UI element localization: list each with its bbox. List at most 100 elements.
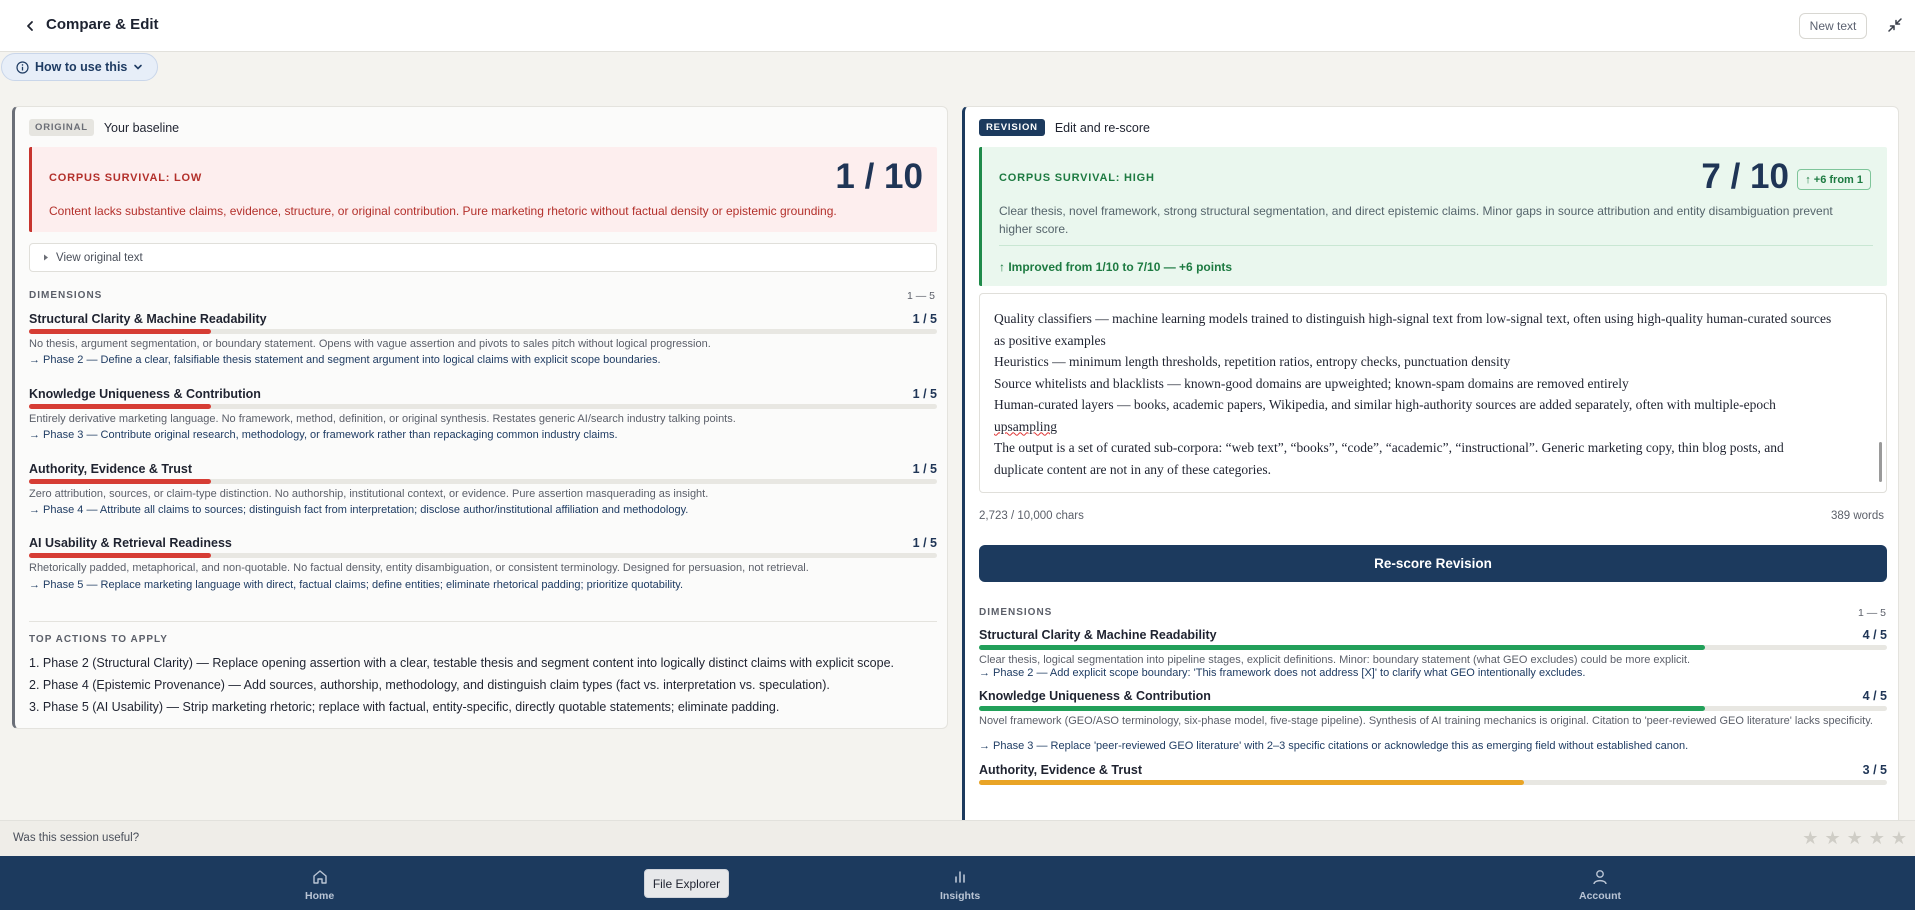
dimension-action: → Phase 5 — Replace marketing language w…	[29, 579, 684, 591]
star-icon[interactable]: ★	[1824, 829, 1840, 847]
dimension-score: 1 / 5	[912, 462, 937, 476]
dimension-description: Clear thesis, logical segmentation into …	[979, 654, 1691, 666]
bar-chart-icon	[955, 871, 965, 883]
top-action-item: 1. Phase 2 (Structural Clarity) — Replac…	[29, 656, 895, 670]
dimension-bar-fill	[29, 553, 211, 558]
dimension-description: Rhetorically padded, metaphorical, and n…	[29, 562, 809, 574]
star-icon[interactable]: ★	[1847, 829, 1863, 847]
page-title: Compare & Edit	[46, 16, 159, 33]
revision-tag: REVISION	[979, 119, 1045, 136]
new-text-button[interactable]: New text	[1799, 13, 1867, 39]
dimension-structural: Structural Clarity & Machine Readability…	[979, 628, 1887, 688]
dimension-description: No thesis, argument segmentation, or bou…	[29, 338, 711, 350]
dimension-name: Structural Clarity & Machine Readability	[979, 628, 1217, 642]
original-tag: ORIGINAL	[29, 119, 94, 136]
dimension-score: 1 / 5	[912, 536, 937, 550]
text-line: The output is a set of curated sub-corpo…	[994, 440, 1784, 477]
dimension-bar-fill	[29, 404, 211, 409]
nav-file-explorer[interactable]: File Explorer	[644, 869, 729, 898]
score-delta-badge: ↑ +6 from 1	[1797, 169, 1871, 190]
star-icon[interactable]: ★	[1869, 829, 1885, 847]
dimension-description: Entirely derivative marketing language. …	[29, 413, 736, 425]
collapse-icon	[1888, 18, 1902, 32]
dimension-bar-fill	[979, 706, 1706, 711]
original-panel: ORIGINAL Your baseline CORPUS SURVIVAL: …	[12, 106, 948, 729]
text-line: Source whitelists and blacklists — known…	[994, 375, 1629, 391]
text-line: Quality classifiers — machine learning m…	[994, 311, 1832, 348]
dimensions-heading: DIMENSIONS	[979, 607, 1053, 618]
back-button[interactable]	[18, 14, 42, 38]
divider	[29, 621, 937, 622]
chevron-left-icon	[27, 21, 33, 31]
dimension-bar-track	[29, 404, 937, 409]
survival-label: CORPUS SURVIVAL: LOW	[49, 172, 203, 184]
dimension-bar-track	[29, 329, 937, 334]
chevron-down-icon	[134, 64, 143, 70]
dimension-bar-fill	[29, 329, 211, 334]
dimension-action: → Phase 3 — Replace 'peer-reviewed GEO l…	[979, 740, 1689, 752]
dimension-bar-fill	[979, 645, 1706, 650]
improvement-summary: ↑ Improved from 1/10 to 7/10 — +6 points	[999, 260, 1233, 274]
top-bar: Compare & Edit New text	[0, 0, 1915, 52]
dimension-structural: Structural Clarity & Machine Readability…	[29, 312, 937, 372]
nav-insights[interactable]: Insights	[940, 868, 980, 902]
revision-text-editor[interactable]: Quality classifiers — machine learning m…	[979, 293, 1887, 493]
home-icon	[312, 870, 327, 884]
dimension-bar-fill	[29, 479, 211, 484]
editor-scrollbar[interactable]	[1879, 442, 1882, 482]
top-action-item: 2. Phase 4 (Epistemic Provenance) — Add …	[29, 678, 830, 692]
dimensions-range: 1 — 5	[1857, 607, 1886, 619]
divider	[999, 245, 1873, 246]
dimension-score: 1 / 5	[912, 312, 937, 326]
dimension-bar-track	[979, 706, 1887, 711]
survival-label: CORPUS SURVIVAL: HIGH	[999, 172, 1155, 184]
session-feedback-bar: Was this session useful? ★ ★ ★ ★ ★	[0, 820, 1915, 856]
dimension-name: Structural Clarity & Machine Readability	[29, 312, 267, 326]
score-value: 1 / 10	[835, 157, 923, 196]
dimension-action: → Phase 4 — Attribute all claims to sour…	[29, 504, 689, 516]
dimension-description: Zero attribution, sources, or claim-type…	[29, 488, 709, 500]
rescore-button[interactable]: Re-score Revision	[979, 545, 1887, 582]
top-actions-list: 1. Phase 2 (Structural Clarity) — Replac…	[29, 652, 894, 718]
user-icon	[1593, 870, 1607, 885]
nav-account[interactable]: Account	[1579, 868, 1621, 902]
text-line: Heuristics — minimum length thresholds, …	[994, 354, 1511, 369]
how-to-use-toggle[interactable]: How to use this	[1, 53, 159, 81]
dimension-bar-track	[29, 553, 937, 558]
collapse-button[interactable]	[1884, 14, 1906, 36]
dimension-score: 3 / 5	[1862, 763, 1887, 777]
revision-score-card: CORPUS SURVIVAL: HIGH 7 / 10 ↑ +6 from 1…	[979, 147, 1887, 286]
dimension-action: → Phase 2 — Define a clear, falsifiable …	[29, 354, 661, 366]
dimension-authority: Authority, Evidence & Trust 1 / 5 Zero a…	[29, 462, 937, 522]
score-description: Clear thesis, novel framework, strong st…	[999, 204, 1833, 236]
dimension-name: AI Usability & Retrieval Readiness	[29, 536, 232, 550]
revision-title: Edit and re-score	[1054, 120, 1150, 135]
nav-account-label: Account	[1579, 890, 1621, 902]
dimension-bar-track	[29, 479, 937, 484]
score-value: 7 / 10	[1701, 157, 1789, 196]
word-count: 389 words	[1830, 510, 1884, 522]
how-to-use-label: How to use this	[35, 60, 128, 74]
star-icon[interactable]: ★	[1891, 829, 1907, 847]
view-original-toggle[interactable]: View original text	[29, 243, 937, 272]
dimension-bar-fill	[979, 780, 1524, 785]
text-line: Human-curated layers — books, academic p…	[994, 397, 1776, 412]
nav-home[interactable]: Home	[305, 868, 334, 902]
bottom-nav: Home File Explorer Insights Account	[0, 856, 1915, 910]
dimension-bar-track	[979, 780, 1887, 785]
star-rating: ★ ★ ★ ★ ★	[1802, 829, 1907, 847]
dimension-knowledge: Knowledge Uniqueness & Contribution 1 / …	[29, 387, 937, 447]
star-icon[interactable]: ★	[1802, 829, 1818, 847]
original-title: Your baseline	[103, 120, 180, 135]
dimension-score: 4 / 5	[1862, 689, 1887, 703]
nav-home-label: Home	[305, 890, 335, 902]
caret-right-icon	[44, 254, 48, 261]
dimension-score: 1 / 5	[912, 387, 937, 401]
dimension-description: Novel framework (GEO/ASO terminology, si…	[979, 715, 1873, 727]
top-action-item: 3. Phase 5 (AI Usability) — Strip market…	[29, 700, 780, 714]
dimension-name: Knowledge Uniqueness & Contribution	[979, 689, 1211, 703]
dimension-name: Knowledge Uniqueness & Contribution	[29, 387, 261, 401]
dimension-bar-track	[979, 645, 1887, 650]
top-actions-heading: TOP ACTIONS TO APPLY	[29, 634, 168, 645]
nav-insights-label: Insights	[940, 890, 981, 902]
